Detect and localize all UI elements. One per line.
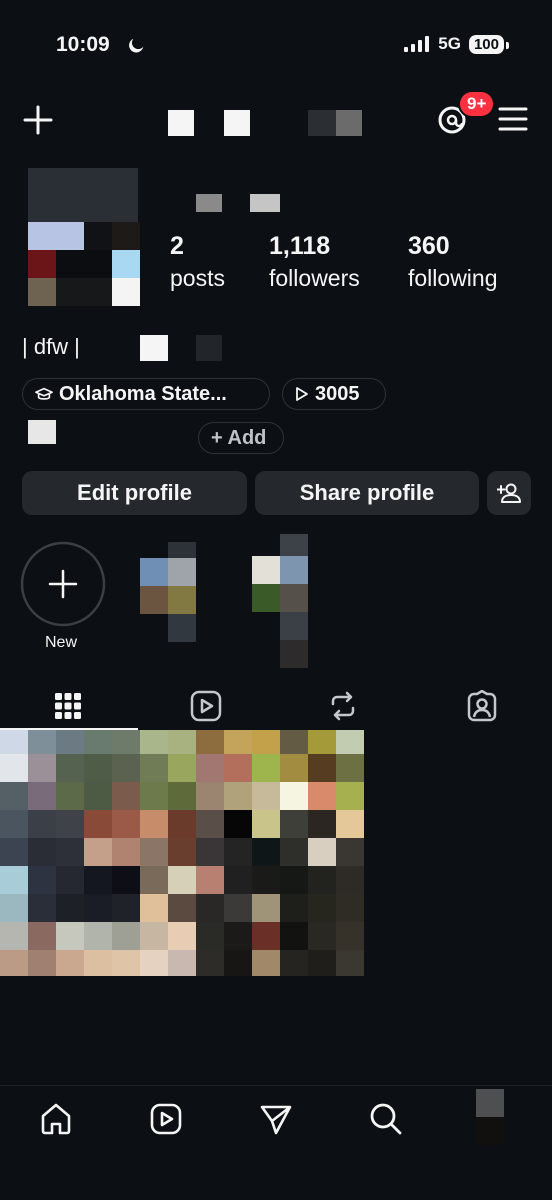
posts-count: 2 (170, 232, 184, 260)
create-button[interactable] (22, 104, 54, 136)
following-stat[interactable]: 360 following (408, 232, 498, 292)
row-4 (0, 810, 364, 838)
row-7 (0, 894, 364, 922)
nav-messages[interactable] (254, 1097, 298, 1141)
display-name-redacted (196, 194, 280, 212)
following-label: following (408, 265, 498, 291)
moon-icon (129, 38, 144, 53)
tab-reposts[interactable] (323, 686, 363, 726)
reels-icon (190, 690, 222, 722)
row-1 (0, 730, 364, 754)
avatar[interactable] (28, 168, 140, 306)
followers-label: followers (269, 265, 360, 291)
add-person-icon (497, 483, 521, 503)
row-3 (0, 782, 364, 810)
followers-stat[interactable]: 1,118 followers (269, 232, 360, 292)
tab-posts[interactable] (48, 686, 88, 726)
menu-button[interactable] (498, 106, 528, 137)
home-icon (41, 1103, 71, 1135)
repost-icon (331, 691, 355, 721)
plus-icon (20, 541, 106, 627)
bio-text: | dfw | (22, 334, 80, 359)
nav-search[interactable] (364, 1097, 408, 1141)
threads-chip-label: 3005 (315, 382, 360, 405)
followers-count: 1,118 (269, 232, 331, 260)
school-chip-label: Oklahoma State... (59, 382, 227, 405)
post-thumbnails[interactable] (0, 730, 364, 976)
signal-icon (404, 36, 430, 52)
posts-label: posts (170, 265, 225, 291)
highlight-2[interactable] (252, 534, 308, 668)
plus-icon (23, 105, 53, 135)
nav-home[interactable] (34, 1097, 78, 1141)
threads-chip[interactable]: 3005 (282, 378, 386, 410)
new-highlight-button[interactable] (20, 541, 106, 627)
username-redacted[interactable] (168, 108, 366, 138)
battery-indicator: 100 (468, 34, 510, 54)
network-label: 5G (438, 34, 461, 53)
discover-people-button[interactable] (487, 471, 531, 515)
row-5 (0, 838, 364, 866)
reels-icon (150, 1103, 182, 1135)
send-icon (260, 1105, 292, 1135)
row-6 (0, 866, 364, 894)
row-9 (0, 950, 364, 976)
play-icon (296, 387, 308, 401)
nav-reels[interactable] (144, 1097, 188, 1141)
tab-tagged[interactable] (462, 686, 502, 726)
following-count: 360 (408, 232, 450, 260)
status-right: 5G 100 (404, 34, 510, 54)
threads-badge: 9+ (458, 90, 496, 118)
new-highlight-label: New (45, 634, 78, 651)
share-profile-button[interactable]: Share profile (255, 471, 479, 515)
search-icon (370, 1103, 402, 1135)
school-chip[interactable]: Oklahoma State... (22, 378, 270, 410)
nav-profile-avatar[interactable] (476, 1089, 504, 1145)
nav-divider (0, 1085, 552, 1086)
row-8 (0, 922, 364, 950)
row-2 (0, 754, 364, 782)
highlight-1[interactable] (140, 542, 196, 642)
post-mosaic (0, 730, 364, 976)
add-link-chip[interactable]: + Add (198, 422, 284, 454)
status-time: 10:09 (56, 33, 110, 56)
link-redacted (28, 420, 56, 444)
tab-reels[interactable] (186, 686, 226, 726)
edit-profile-button[interactable]: Edit profile (22, 471, 247, 515)
bio-redacted-2 (196, 335, 222, 361)
menu-icon (498, 107, 528, 131)
posts-stat[interactable]: 2 posts (170, 232, 225, 292)
graduation-cap-icon (35, 387, 53, 400)
bio-redacted-1 (140, 335, 168, 361)
tagged-icon (467, 690, 497, 722)
grid-icon (55, 693, 81, 719)
